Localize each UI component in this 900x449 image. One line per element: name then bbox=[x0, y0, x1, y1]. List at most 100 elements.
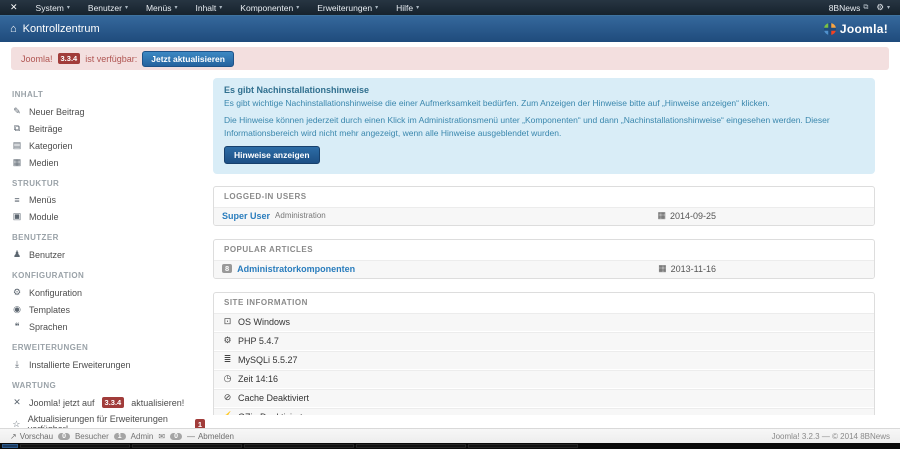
chevron-down-icon: ▾ bbox=[887, 4, 890, 11]
taskbar-segment bbox=[468, 444, 578, 448]
taskbar-segment bbox=[132, 444, 242, 448]
sidebar-section-wartung: WARTUNG bbox=[12, 381, 205, 390]
joomla-logo-icon bbox=[824, 23, 836, 35]
table-row: ⚙PHP 5.4.7 bbox=[214, 331, 874, 350]
sidebar-item-kategorien[interactable]: ▤Kategorien bbox=[12, 137, 205, 154]
user-icon: ♟ bbox=[12, 249, 22, 260]
external-link-icon: ⧉ bbox=[863, 4, 868, 12]
menu-benutzer[interactable]: Benutzer▾ bbox=[79, 0, 137, 15]
image-icon: ▦ bbox=[12, 157, 22, 168]
chevron-down-icon: ▾ bbox=[125, 4, 128, 11]
login-date: 2014-09-25 bbox=[670, 211, 716, 221]
notice-paragraph: Es gibt wichtige Nachinstallationshinwei… bbox=[224, 97, 864, 109]
copy-icon: ⧉ bbox=[12, 123, 22, 134]
folder-icon: ▤ bbox=[12, 140, 22, 151]
table-row: Super User Administration ▦ 2014-09-25 bbox=[214, 206, 874, 225]
menu-system[interactable]: System▾ bbox=[27, 0, 79, 15]
clock-icon: ◷ bbox=[222, 373, 233, 384]
gear-icon: ⚙ bbox=[12, 287, 22, 298]
sidebar-item-menus[interactable]: ≡Menüs bbox=[12, 192, 205, 208]
panel-title: POPULAR ARTICLES bbox=[214, 240, 874, 259]
admin-label: Admin bbox=[131, 432, 154, 441]
table-row: ≣MySQLi 5.5.27 bbox=[214, 350, 874, 369]
main-content: Es gibt Nachinstallationshinweise Es gib… bbox=[205, 74, 900, 415]
page-header: ⌂ Kontrollzentrum Joomla! bbox=[0, 15, 900, 42]
logged-in-users-panel: LOGGED-IN USERS Super User Administratio… bbox=[213, 186, 875, 226]
sidebar-section-benutzer: BENUTZER bbox=[12, 233, 205, 242]
pencil-icon: ✎ bbox=[12, 106, 22, 117]
notice-title: Es gibt Nachinstallationshinweise bbox=[224, 85, 864, 95]
show-messages-button[interactable]: Hinweise anzeigen bbox=[224, 146, 320, 164]
chevron-down-icon: ▾ bbox=[375, 4, 378, 11]
article-date: 2013-11-16 bbox=[671, 264, 716, 274]
sidebar-section-erweiterungen: ERWEITERUNGEN bbox=[12, 343, 205, 352]
preview-link[interactable]: ↗Vorschau bbox=[10, 432, 53, 441]
php-icon: ⚙ bbox=[222, 335, 233, 346]
list-icon: ≡ bbox=[12, 195, 22, 205]
lightning-icon: ⚡ bbox=[222, 411, 233, 415]
status-bar: ↗Vorschau 0 Besucher 1 Admin ✉ 0 —Abmeld… bbox=[0, 428, 900, 443]
calendar-icon: ▦ bbox=[658, 263, 667, 274]
popular-articles-panel: POPULAR ARTICLES 8 Administratorkomponen… bbox=[213, 239, 875, 279]
visitors-label: Besucher bbox=[75, 432, 109, 441]
sidebar-item-medien[interactable]: ▦Medien bbox=[12, 154, 205, 171]
article-link[interactable]: Administratorkomponenten bbox=[237, 264, 355, 274]
module-icon: ▣ bbox=[12, 211, 22, 222]
speech-icon: ❝ bbox=[12, 321, 22, 332]
chevron-down-icon: ▾ bbox=[67, 4, 70, 11]
hits-badge: 8 bbox=[222, 264, 232, 273]
calendar-icon: ▦ bbox=[657, 210, 666, 221]
sidebar-item-installierte-erweiterungen[interactable]: ⤓Installierte Erweiterungen bbox=[12, 356, 205, 373]
taskbar-segment bbox=[2, 444, 18, 448]
sidebar-item-joomla-update[interactable]: ✕Joomla! jetzt auf3.3.4aktualisieren! bbox=[12, 394, 205, 411]
taskbar-remnant bbox=[0, 443, 900, 449]
update-now-button[interactable]: Jetzt aktualisieren bbox=[142, 51, 234, 67]
panel-title: LOGGED-IN USERS bbox=[214, 187, 874, 206]
database-icon: ≣ bbox=[222, 354, 233, 365]
sidebar-item-templates[interactable]: ◉Templates bbox=[12, 301, 205, 318]
chevron-down-icon: ▾ bbox=[219, 4, 222, 11]
user-link[interactable]: Super User bbox=[222, 211, 270, 221]
version-badge: 3.3.4 bbox=[58, 53, 81, 64]
table-row: ⚡GZip Deaktiviert bbox=[214, 407, 874, 415]
mail-icon: ✉ bbox=[158, 432, 165, 441]
joomla-logo: Joomla! bbox=[824, 22, 900, 36]
taskbar-segment bbox=[356, 444, 466, 448]
user-settings-menu[interactable]: ⚙▾ bbox=[876, 2, 890, 13]
sidebar-item-beitraege[interactable]: ⧉Beiträge bbox=[12, 120, 205, 137]
table-row: 8 Administratorkomponenten ▦ 2013-11-16 bbox=[214, 259, 874, 278]
user-location: Administration bbox=[275, 211, 326, 220]
cache-icon: ⊘ bbox=[222, 392, 233, 403]
messages-count-badge: 0 bbox=[170, 433, 182, 440]
sidebar-section-inhalt: INHALT bbox=[12, 90, 205, 99]
preview-icon: ↗ bbox=[10, 432, 17, 441]
taskbar-segment bbox=[244, 444, 354, 448]
version-copyright: Joomla! 3.2.3 — © 2014 8BNews bbox=[772, 432, 890, 441]
sidebar-item-konfiguration[interactable]: ⚙Konfiguration bbox=[12, 284, 205, 301]
sidebar-item-module[interactable]: ▣Module bbox=[12, 208, 205, 225]
chevron-down-icon: ▾ bbox=[416, 4, 419, 11]
menu-komponenten[interactable]: Komponenten▾ bbox=[231, 0, 308, 15]
sidebar-item-benutzer[interactable]: ♟Benutzer bbox=[12, 246, 205, 263]
view-site-link[interactable]: 8BNews⧉ bbox=[829, 3, 869, 13]
sidebar-item-sprachen[interactable]: ❝Sprachen bbox=[12, 318, 205, 335]
menu-inhalt[interactable]: Inhalt▾ bbox=[186, 0, 231, 15]
menu-erweiterungen[interactable]: Erweiterungen▾ bbox=[308, 0, 387, 15]
chevron-down-icon: ▾ bbox=[296, 4, 299, 11]
page-title: Kontrollzentrum bbox=[23, 23, 100, 35]
joomla-icon: ✕ bbox=[0, 2, 27, 13]
site-information-panel: SITE INFORMATION ⊡OS Windows ⚙PHP 5.4.7 … bbox=[213, 292, 875, 415]
sidebar-item-neuer-beitrag[interactable]: ✎Neuer Beitrag bbox=[12, 103, 205, 120]
menu-hilfe[interactable]: Hilfe▾ bbox=[387, 0, 428, 15]
monitor-icon: ⊡ bbox=[222, 316, 233, 327]
admin-navbar: ✕ System▾ Benutzer▾ Menüs▾ Inhalt▾ Kompo… bbox=[0, 0, 900, 15]
table-row: ◷Zeit 14:16 bbox=[214, 369, 874, 388]
version-badge: 3.3.4 bbox=[102, 397, 125, 408]
home-icon: ⌂ bbox=[10, 23, 17, 35]
gear-icon: ⚙ bbox=[876, 2, 884, 13]
admin-sidebar: INHALT ✎Neuer Beitrag ⧉Beiträge ▤Kategor… bbox=[0, 74, 205, 415]
logout-link[interactable]: —Abmelden bbox=[187, 432, 234, 441]
sidebar-section-konfiguration: KONFIGURATION bbox=[12, 271, 205, 280]
menu-menus[interactable]: Menüs▾ bbox=[137, 0, 187, 15]
eye-icon: ◉ bbox=[12, 304, 22, 315]
